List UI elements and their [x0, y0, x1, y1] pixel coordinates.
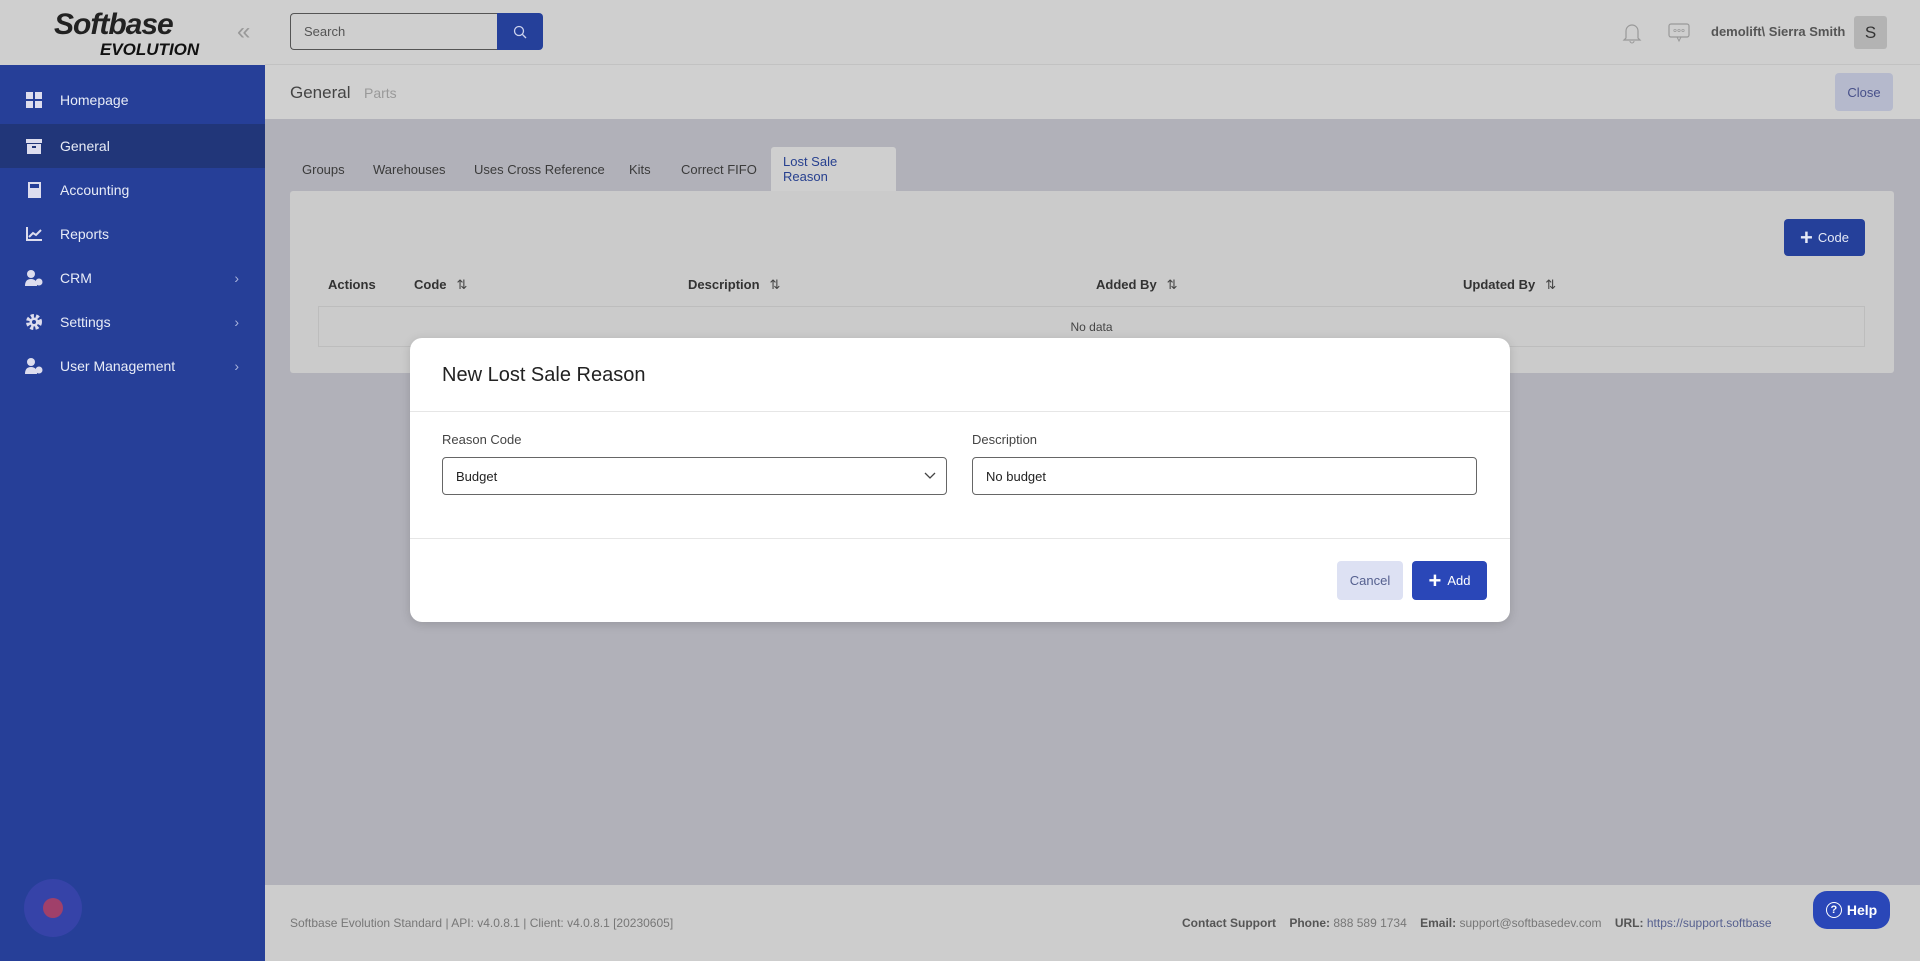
logo: Softbase EVOLUTION « — [0, 0, 265, 65]
chevron-right-icon: › — [234, 358, 239, 374]
description-label: Description — [972, 432, 1037, 447]
add-code-button[interactable]: + Code — [1784, 219, 1865, 256]
email-value[interactable]: support@softbasedev.com — [1459, 916, 1601, 930]
breadcrumb-bar — [265, 65, 1920, 119]
user-group-icon — [25, 270, 43, 286]
selected-value: Budget — [456, 469, 497, 484]
avatar[interactable]: S — [1854, 16, 1887, 49]
button-label: Add — [1447, 573, 1470, 588]
breadcrumb-section[interactable]: General — [290, 83, 350, 103]
sidebar-item-label: CRM — [60, 270, 92, 286]
divider — [410, 538, 1510, 539]
phone-value: 888 589 1734 — [1333, 916, 1406, 930]
chevron-right-icon: › — [234, 314, 239, 330]
question-circle-icon: ? — [1826, 902, 1842, 918]
collapse-sidebar-icon[interactable]: « — [237, 18, 250, 46]
sidebar-item-label: General — [60, 138, 110, 154]
chat-dot-icon — [43, 898, 63, 918]
cancel-button[interactable]: Cancel — [1337, 561, 1403, 600]
sidebar-item-general[interactable]: General — [0, 124, 265, 168]
column-label: Actions — [328, 277, 376, 292]
support-url-link[interactable]: https://support.softbase — [1647, 916, 1772, 930]
button-label: Code — [1818, 230, 1849, 245]
add-button[interactable]: + Add — [1412, 561, 1487, 600]
column-header-code[interactable]: Code ⇅ — [414, 277, 467, 293]
tab-groups[interactable]: Groups — [290, 147, 357, 191]
url-label: URL: — [1615, 916, 1644, 930]
messages-icon[interactable] — [1668, 23, 1690, 48]
sort-icon[interactable]: ⇅ — [1545, 277, 1556, 293]
plus-icon: + — [1429, 568, 1442, 594]
sidebar-item-reports[interactable]: Reports — [0, 212, 265, 256]
contact-support-label: Contact Support — [1182, 916, 1276, 930]
sidebar-item-label: Reports — [60, 226, 109, 242]
tab-kits[interactable]: Kits — [617, 147, 663, 191]
help-button[interactable]: ? Help — [1813, 891, 1890, 929]
chevron-down-icon — [924, 472, 936, 480]
user-shield-icon — [25, 358, 43, 374]
sort-icon[interactable]: ⇅ — [457, 277, 468, 293]
chat-widget-button[interactable] — [24, 879, 82, 937]
search-input[interactable]: Search — [290, 13, 500, 50]
column-label: Added By — [1096, 277, 1157, 293]
column-label: Updated By — [1463, 277, 1535, 293]
column-label: Code — [414, 277, 447, 293]
column-header-actions: Actions — [328, 277, 376, 292]
search-icon — [513, 25, 527, 39]
reason-code-select[interactable]: Budget — [442, 457, 947, 495]
sidebar-item-crm[interactable]: CRM › — [0, 256, 265, 300]
tab-lost-sale-reason[interactable]: Lost Sale Reason — [771, 147, 896, 191]
button-label: Help — [1847, 902, 1877, 918]
sidebar-item-label: Settings — [60, 314, 111, 330]
sidebar-item-user-management[interactable]: User Management › — [0, 344, 265, 388]
tab-warehouses[interactable]: Warehouses — [361, 147, 458, 191]
breadcrumb-page: Parts — [364, 85, 397, 101]
sidebar-item-label: User Management — [60, 358, 175, 374]
phone-label: Phone: — [1289, 916, 1330, 930]
column-header-added-by[interactable]: Added By ⇅ — [1096, 277, 1178, 293]
support-info: Contact Support Phone: 888 589 1734 Emai… — [1182, 916, 1772, 930]
logo-subtext: EVOLUTION — [100, 40, 199, 60]
bell-icon[interactable] — [1622, 22, 1642, 49]
chart-icon — [25, 226, 43, 242]
archive-icon — [25, 138, 43, 154]
sidebar-item-accounting[interactable]: Accounting — [0, 168, 265, 212]
column-header-description[interactable]: Description ⇅ — [688, 277, 780, 293]
tab-correct-fifo[interactable]: Correct FIFO — [669, 147, 769, 191]
tab-uses-cross-reference[interactable]: Uses Cross Reference — [462, 147, 617, 191]
logo-text: Softbase — [54, 8, 173, 42]
close-button[interactable]: Close — [1835, 73, 1893, 111]
chevron-right-icon: › — [234, 270, 239, 286]
plus-icon: + — [1800, 225, 1813, 251]
search-button[interactable] — [497, 13, 543, 50]
email-label: Email: — [1420, 916, 1456, 930]
calculator-icon — [25, 182, 43, 198]
divider — [410, 411, 1510, 412]
column-label: Description — [688, 277, 760, 293]
user-name[interactable]: demolift\ Sierra Smith — [1711, 24, 1845, 39]
version-info: Softbase Evolution Standard | API: v4.0.… — [290, 916, 673, 930]
description-input[interactable]: No budget — [972, 457, 1477, 495]
sort-icon[interactable]: ⇅ — [1167, 277, 1178, 293]
sidebar-item-label: Homepage — [60, 92, 129, 108]
sidebar-item-homepage[interactable]: Homepage — [0, 78, 265, 122]
gear-icon — [25, 314, 43, 330]
sidebar-item-settings[interactable]: Settings › — [0, 300, 265, 344]
sidebar: Softbase EVOLUTION « Homepage General Ac… — [0, 0, 265, 961]
sidebar-item-label: Accounting — [60, 182, 129, 198]
column-header-updated-by[interactable]: Updated By ⇅ — [1463, 277, 1556, 293]
sort-icon[interactable]: ⇅ — [770, 277, 781, 293]
dialog-title: New Lost Sale Reason — [442, 364, 645, 387]
grid-icon — [25, 92, 43, 108]
reason-code-label: Reason Code — [442, 432, 522, 447]
new-lost-sale-reason-dialog: New Lost Sale Reason Reason Code Budget … — [410, 338, 1510, 622]
